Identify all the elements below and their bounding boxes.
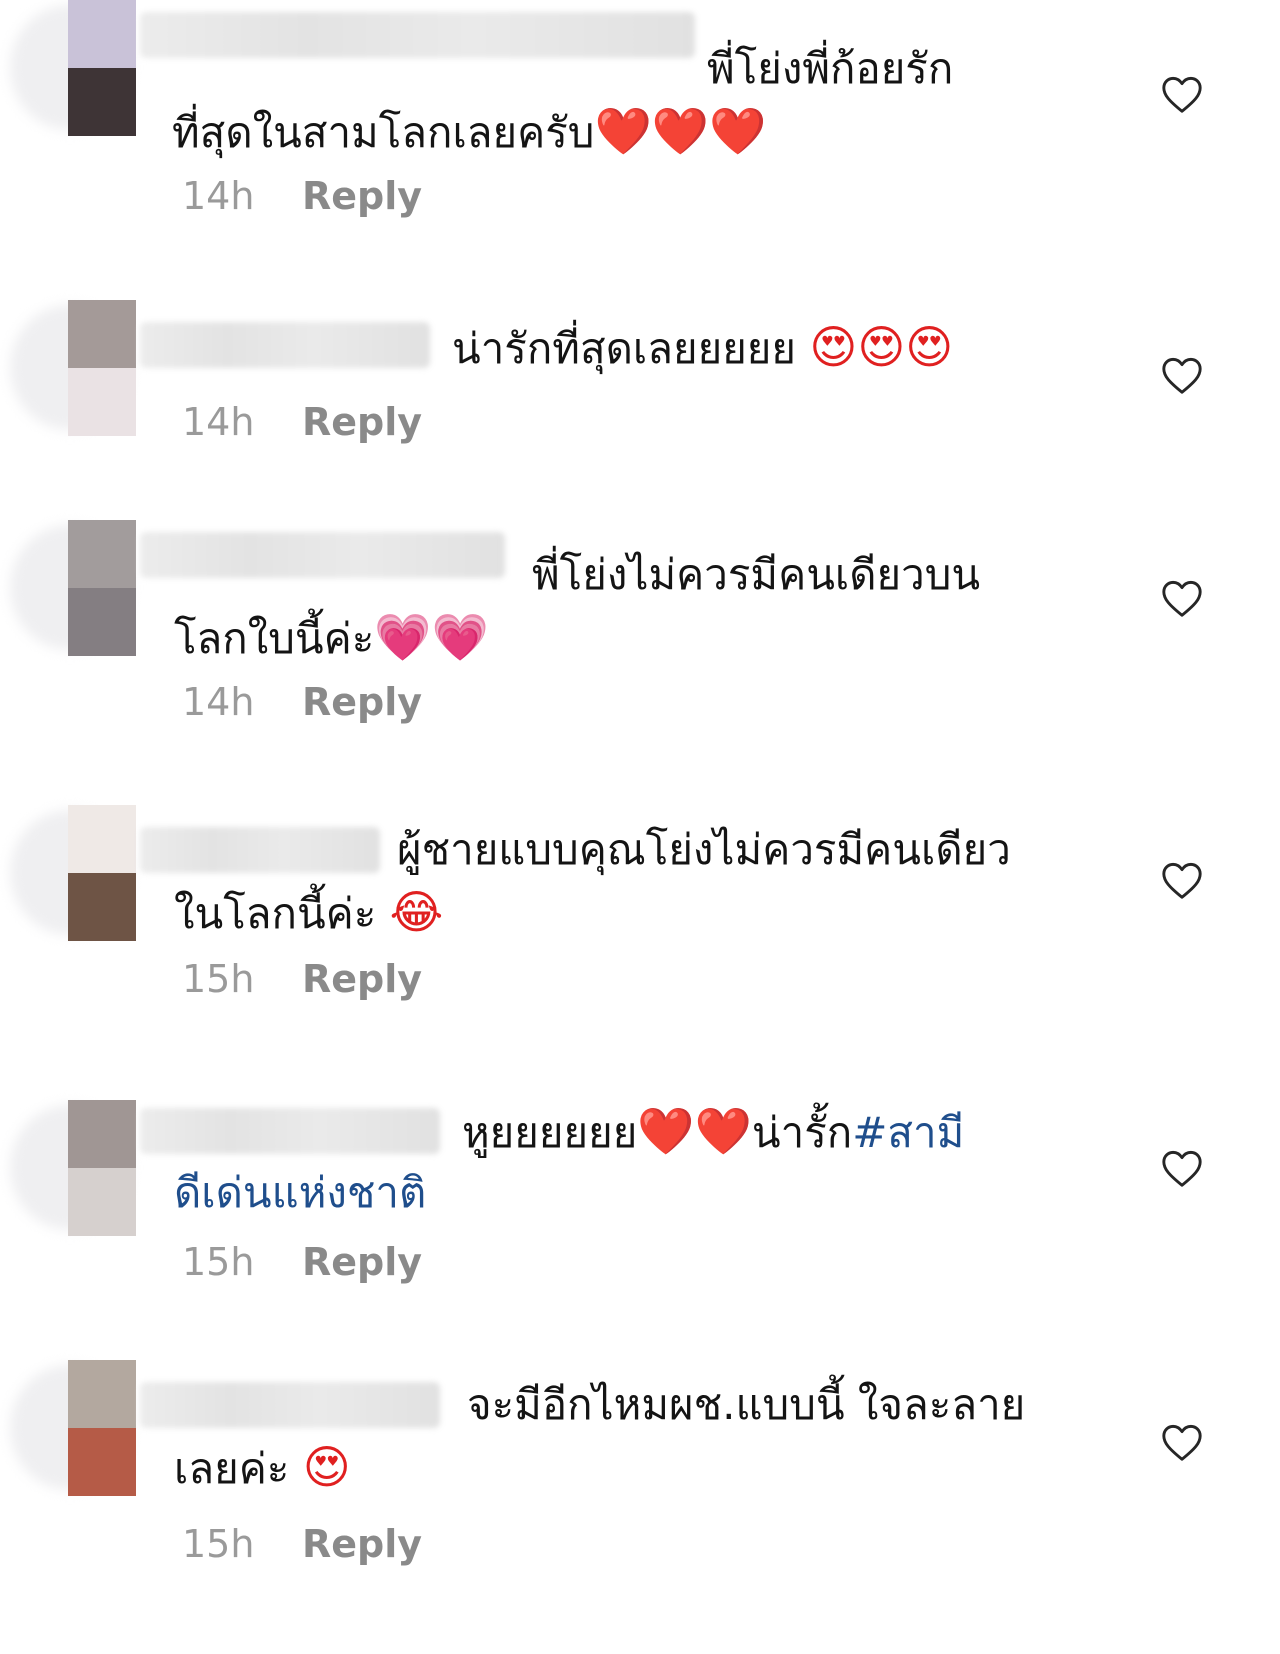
username-redacted[interactable]: [140, 12, 695, 58]
comment-line-text: ที่สุดในสามโลกเลยครับ: [172, 108, 595, 157]
comment-time: 15h: [182, 1240, 255, 1284]
avatar-pixel: [68, 1428, 136, 1496]
reply-button[interactable]: Reply: [302, 174, 422, 218]
comment-line: พี่โย่งไม่ควรมีคนเดียวบน: [532, 550, 981, 599]
comment-meta: 15h Reply: [182, 1522, 422, 1566]
comment-meta: 14h Reply: [182, 680, 422, 724]
avatar-pixel: [68, 1100, 136, 1168]
like-heart-icon[interactable]: [1160, 74, 1204, 114]
comment-line: จะมีอีกไหมผช.แบบนี้ ใจละลาย: [467, 1380, 1026, 1429]
tears-of-joy-emoji: 😂: [389, 885, 444, 939]
reply-button[interactable]: Reply: [302, 400, 422, 444]
comment-meta: 14h Reply: [182, 174, 422, 218]
comment-line-text: หูยยยยยย: [462, 1108, 638, 1157]
comment-time: 14h: [182, 174, 255, 218]
comment-line: น่ารักที่สุดเลยยยยย 😍😍😍: [452, 316, 953, 380]
reply-button[interactable]: Reply: [302, 1522, 422, 1566]
comment-meta: 15h Reply: [182, 1240, 422, 1284]
avatar[interactable]: [0, 520, 140, 660]
comment-line-2: โลกใบนี้ค่ะ💗💗: [174, 606, 489, 670]
reply-button[interactable]: Reply: [302, 957, 422, 1001]
comment-line-2: ในโลกนี้ค่ะ 😂: [174, 881, 443, 945]
comment-line-text: เลยค่ะ: [174, 1444, 290, 1493]
avatar[interactable]: [0, 805, 140, 945]
comment-time: 14h: [182, 400, 255, 444]
comment-time: 15h: [182, 957, 255, 1001]
avatar-pixel: [68, 1168, 136, 1236]
username-redacted[interactable]: [140, 1382, 440, 1428]
comment-meta: 15h Reply: [182, 957, 422, 1001]
pink-heart-emoji: 💗💗: [374, 610, 489, 664]
avatar-pixel: [68, 0, 136, 68]
comment-line-text: โลกใบนี้ค่ะ: [174, 614, 375, 663]
avatar[interactable]: [0, 0, 140, 140]
like-heart-icon[interactable]: [1160, 578, 1204, 618]
like-heart-icon[interactable]: [1160, 860, 1204, 900]
heart-emoji: ❤️❤️: [637, 1104, 752, 1158]
avatar[interactable]: [0, 1100, 140, 1240]
avatar-pixel: [68, 873, 136, 941]
comment-line-text: น่ารักที่สุดเลยยยยย: [452, 324, 797, 373]
username-redacted[interactable]: [140, 322, 430, 368]
avatar-pixel: [68, 300, 136, 368]
heart-eyes-emoji: 😍😍😍: [809, 320, 954, 374]
comment-line-2: เลยค่ะ 😍: [174, 1436, 351, 1500]
comment-line: หูยยยยยย❤️❤️น่ารั้ก#สามี: [462, 1100, 964, 1164]
hashtag-link-continuation[interactable]: ดีเด่นแห่งชาติ: [174, 1162, 426, 1224]
like-heart-icon[interactable]: [1160, 1422, 1204, 1462]
comment-meta: 14h Reply: [182, 400, 422, 444]
avatar[interactable]: [0, 1360, 140, 1500]
username-redacted[interactable]: [140, 1108, 440, 1154]
like-heart-icon[interactable]: [1160, 1148, 1204, 1188]
comment-line: ผู้ชายแบบคุณโย่งไม่ควรมีคนเดียว: [397, 825, 1011, 874]
reply-button[interactable]: Reply: [302, 1240, 422, 1284]
hashtag-link[interactable]: #สามี: [852, 1108, 964, 1157]
avatar-pixel: [68, 520, 136, 588]
comment-line-text-after: น่ารั้ก: [751, 1108, 853, 1157]
avatar-pixel: [68, 588, 136, 656]
avatar-pixel: [68, 68, 136, 136]
comment-line-text: ในโลกนี้ค่ะ: [174, 889, 377, 938]
avatar[interactable]: [0, 300, 140, 440]
comment-line: พี่โย่งพี่ก้อยรัก: [707, 44, 954, 93]
comment-time: 15h: [182, 1522, 255, 1566]
avatar-pixel: [68, 368, 136, 436]
username-redacted[interactable]: [140, 532, 505, 578]
username-redacted[interactable]: [140, 827, 380, 873]
like-heart-icon[interactable]: [1160, 355, 1204, 395]
avatar-pixel: [68, 1360, 136, 1428]
reply-button[interactable]: Reply: [302, 680, 422, 724]
heart-eyes-emoji: 😍: [302, 1440, 351, 1494]
avatar-pixel: [68, 805, 136, 873]
comment-time: 14h: [182, 680, 255, 724]
heart-emoji: ❤️❤️❤️: [594, 104, 767, 158]
comment-line-2: ที่สุดในสามโลกเลยครับ❤️❤️❤️: [172, 100, 766, 164]
